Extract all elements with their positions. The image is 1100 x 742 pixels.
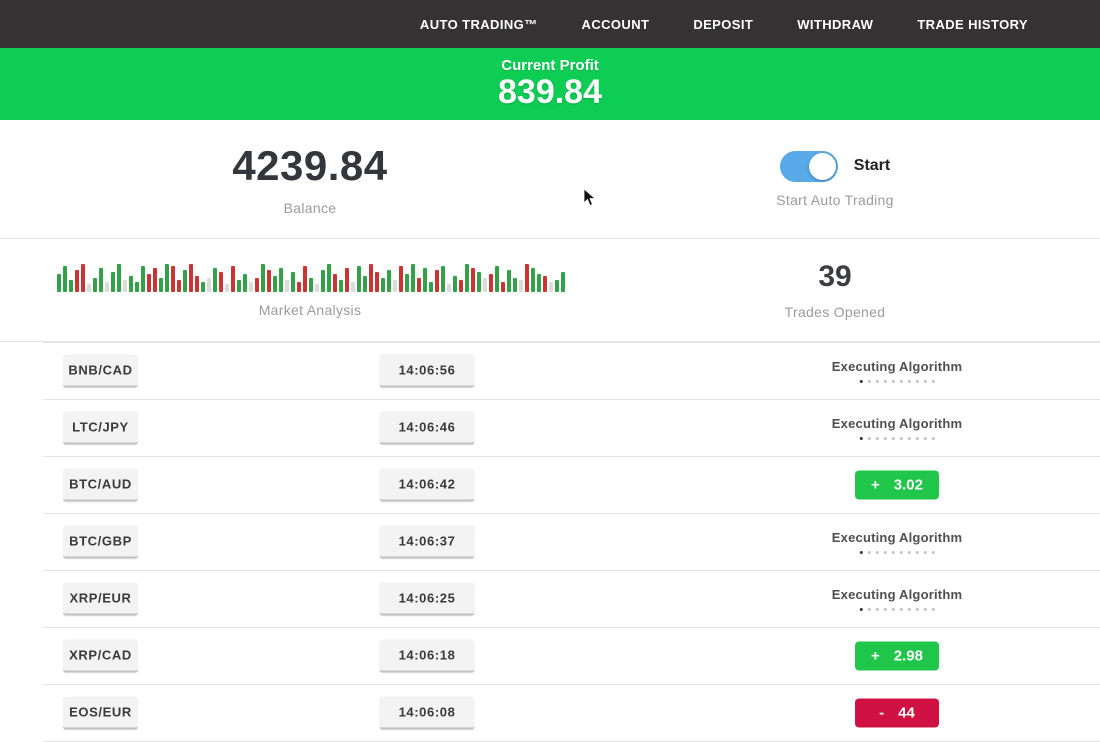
auto-trading-toggle[interactable] — [780, 151, 838, 182]
time-chip[interactable]: 14:06:56 — [380, 354, 475, 387]
trades-list: BNB/CAD 14:06:56 Executing Algorithm LTC… — [0, 342, 1100, 741]
trades-opened-label: Trades Opened — [785, 304, 886, 320]
result-sign: + — [871, 647, 880, 664]
pair-chip[interactable]: XRP/CAD — [63, 639, 138, 672]
trade-row: EOS/EUR 14:06:08 - 44 — [0, 684, 1100, 741]
pair-chip[interactable]: BNB/CAD — [63, 354, 138, 387]
nav-account[interactable]: ACCOUNT — [582, 17, 650, 32]
executing-status: Executing Algorithm — [832, 359, 962, 383]
auto-trading-app: AUTO TRADING™ ACCOUNT DEPOSIT WITHDRAW T… — [0, 0, 1100, 742]
executing-label: Executing Algorithm — [832, 359, 962, 374]
executing-status: Executing Algorithm — [832, 587, 962, 611]
progress-dots — [860, 380, 935, 383]
result-sign: - — [879, 704, 884, 721]
result-sign: + — [871, 476, 880, 493]
progress-dots — [860, 608, 935, 611]
nav-trade-history[interactable]: TRADE HISTORY — [917, 17, 1028, 32]
balance-block: 4239.84 Balance — [0, 120, 620, 238]
trade-row: BTC/AUD 14:06:42 + 3.02 — [0, 456, 1100, 513]
progress-dots — [860, 437, 935, 440]
time-chip[interactable]: 14:06:42 — [380, 468, 475, 501]
nav-auto-trading[interactable]: AUTO TRADING™ — [420, 17, 538, 32]
time-chip[interactable]: 14:06:18 — [380, 639, 475, 672]
start-auto-trading-label: Start Auto Trading — [776, 192, 893, 208]
trade-row: XRP/EUR 14:06:25 Executing Algorithm — [0, 570, 1100, 627]
trade-row: BTC/GBP 14:06:37 Executing Algorithm — [0, 513, 1100, 570]
time-chip[interactable]: 14:06:37 — [380, 525, 475, 558]
current-profit-banner: Current Profit 839.84 — [0, 48, 1100, 120]
nav-withdraw[interactable]: WITHDRAW — [797, 17, 873, 32]
result-badge: - 44 — [855, 698, 939, 727]
balance-value: 4239.84 — [232, 142, 387, 190]
time-chip[interactable]: 14:06:25 — [380, 582, 475, 615]
executing-status: Executing Algorithm — [832, 416, 962, 440]
result-value: 3.02 — [894, 476, 923, 493]
auto-trading-block: Start Start Auto Trading — [620, 120, 1100, 238]
trade-row: BNB/CAD 14:06:56 Executing Algorithm — [0, 342, 1100, 399]
nav-deposit[interactable]: DEPOSIT — [693, 17, 753, 32]
trade-row: XRP/CAD 14:06:18 + 2.98 — [0, 627, 1100, 684]
current-profit-label: Current Profit — [501, 57, 599, 74]
result-badge: + 3.02 — [855, 470, 939, 499]
executing-label: Executing Algorithm — [832, 587, 962, 602]
pair-chip[interactable]: EOS/EUR — [63, 696, 138, 729]
current-profit-value: 839.84 — [498, 74, 602, 111]
market-analysis-chart — [57, 262, 620, 292]
market-section: Market Analysis 39 Trades Opened — [0, 238, 1100, 342]
time-chip[interactable]: 14:06:46 — [380, 411, 475, 444]
executing-label: Executing Algorithm — [832, 416, 962, 431]
progress-dots — [860, 551, 935, 554]
executing-label: Executing Algorithm — [832, 530, 962, 545]
pair-chip[interactable]: BTC/GBP — [63, 525, 138, 558]
market-analysis-label: Market Analysis — [0, 302, 620, 318]
trades-opened-value: 39 — [818, 260, 851, 294]
pair-chip[interactable]: XRP/EUR — [63, 582, 138, 615]
toggle-start-label: Start — [854, 157, 890, 175]
result-value: 44 — [898, 704, 915, 721]
executing-status: Executing Algorithm — [832, 530, 962, 554]
result-value: 2.98 — [894, 647, 923, 664]
result-badge: + 2.98 — [855, 641, 939, 670]
balance-label: Balance — [284, 200, 337, 216]
top-navbar: AUTO TRADING™ ACCOUNT DEPOSIT WITHDRAW T… — [0, 0, 1100, 48]
time-chip[interactable]: 14:06:08 — [380, 696, 475, 729]
trades-opened-block: 39 Trades Opened — [620, 239, 1100, 341]
trade-row: LTC/JPY 14:06:46 Executing Algorithm — [0, 399, 1100, 456]
market-analysis-block: Market Analysis — [0, 239, 620, 341]
pair-chip[interactable]: BTC/AUD — [63, 468, 138, 501]
pair-chip[interactable]: LTC/JPY — [63, 411, 138, 444]
toggle-knob — [809, 153, 836, 180]
balance-section: 4239.84 Balance Start Start Auto Trading — [0, 120, 1100, 238]
